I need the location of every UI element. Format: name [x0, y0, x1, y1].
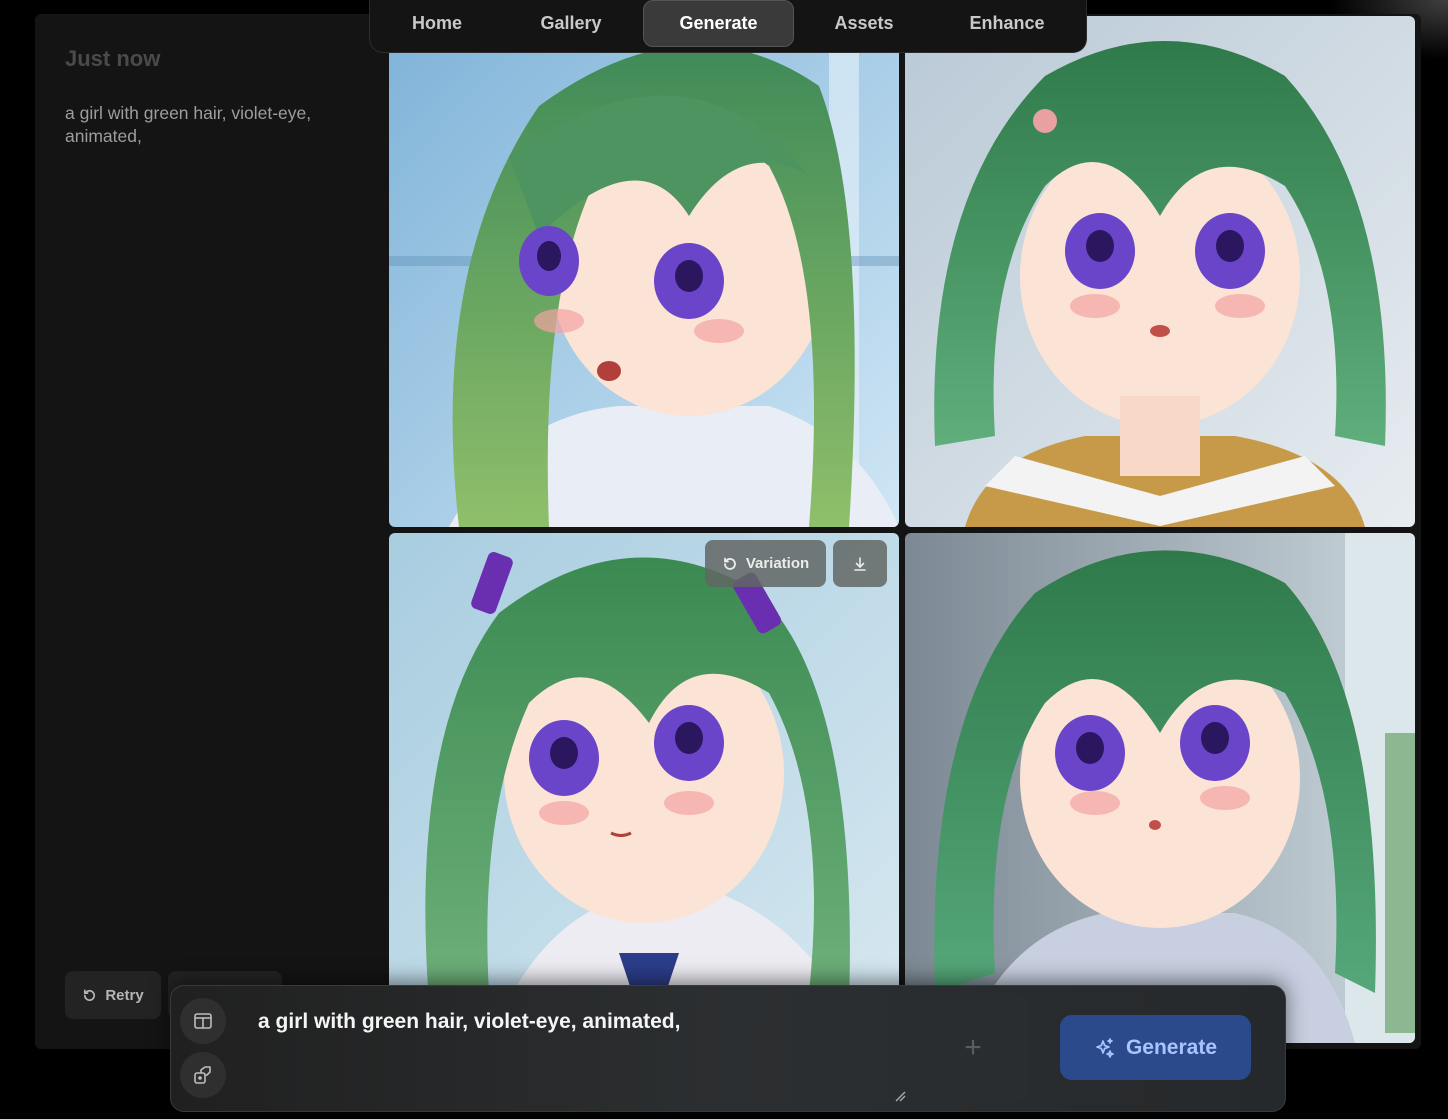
nav-assets[interactable]: Assets — [794, 0, 934, 46]
history-time: Just now — [65, 46, 161, 71]
nav-generate[interactable]: Generate — [643, 0, 794, 47]
result-image-2[interactable] — [905, 16, 1415, 527]
nav-home[interactable]: Home — [370, 0, 504, 46]
plus-icon: + — [964, 1031, 982, 1064]
resize-handle-icon[interactable] — [894, 1090, 906, 1102]
random-prompt-button[interactable] — [180, 1052, 226, 1098]
history-column — [35, 14, 385, 1049]
layout-icon — [194, 1013, 212, 1029]
anime-portrait-image — [389, 16, 899, 527]
history-prompt: a girl with green hair, violet-eye, anim… — [65, 103, 312, 146]
sparkles-icon — [1096, 1037, 1114, 1058]
dice-icon — [194, 1066, 211, 1084]
anime-portrait-image — [389, 533, 899, 1043]
retry-button[interactable]: Retry — [65, 971, 161, 1019]
anime-portrait-image — [905, 533, 1415, 1043]
add-image-button[interactable]: + — [919, 994, 1027, 1102]
anime-portrait-image — [905, 16, 1415, 527]
generate-label: Generate — [1125, 1035, 1218, 1059]
generate-button[interactable]: Generate — [1060, 1015, 1251, 1080]
result-image-4[interactable] — [905, 533, 1415, 1043]
prompt-input[interactable]: a girl with green hair, violet-eye, anim… — [258, 1010, 680, 1034]
retry-icon — [84, 989, 96, 1001]
variation-button[interactable]: Variation — [705, 540, 826, 587]
result-image-1[interactable] — [389, 16, 899, 527]
download-icon — [854, 556, 866, 571]
top-nav: Home Gallery Generate Assets Enhance — [369, 0, 1087, 53]
layout-button[interactable] — [180, 998, 226, 1044]
retry-label: Retry — [105, 986, 144, 1004]
variation-label: Variation — [745, 555, 810, 572]
result-image-3[interactable] — [389, 533, 899, 1043]
nav-gallery[interactable]: Gallery — [504, 0, 638, 46]
download-button[interactable] — [833, 540, 887, 587]
refresh-icon — [723, 557, 736, 570]
nav-enhance[interactable]: Enhance — [936, 0, 1078, 46]
